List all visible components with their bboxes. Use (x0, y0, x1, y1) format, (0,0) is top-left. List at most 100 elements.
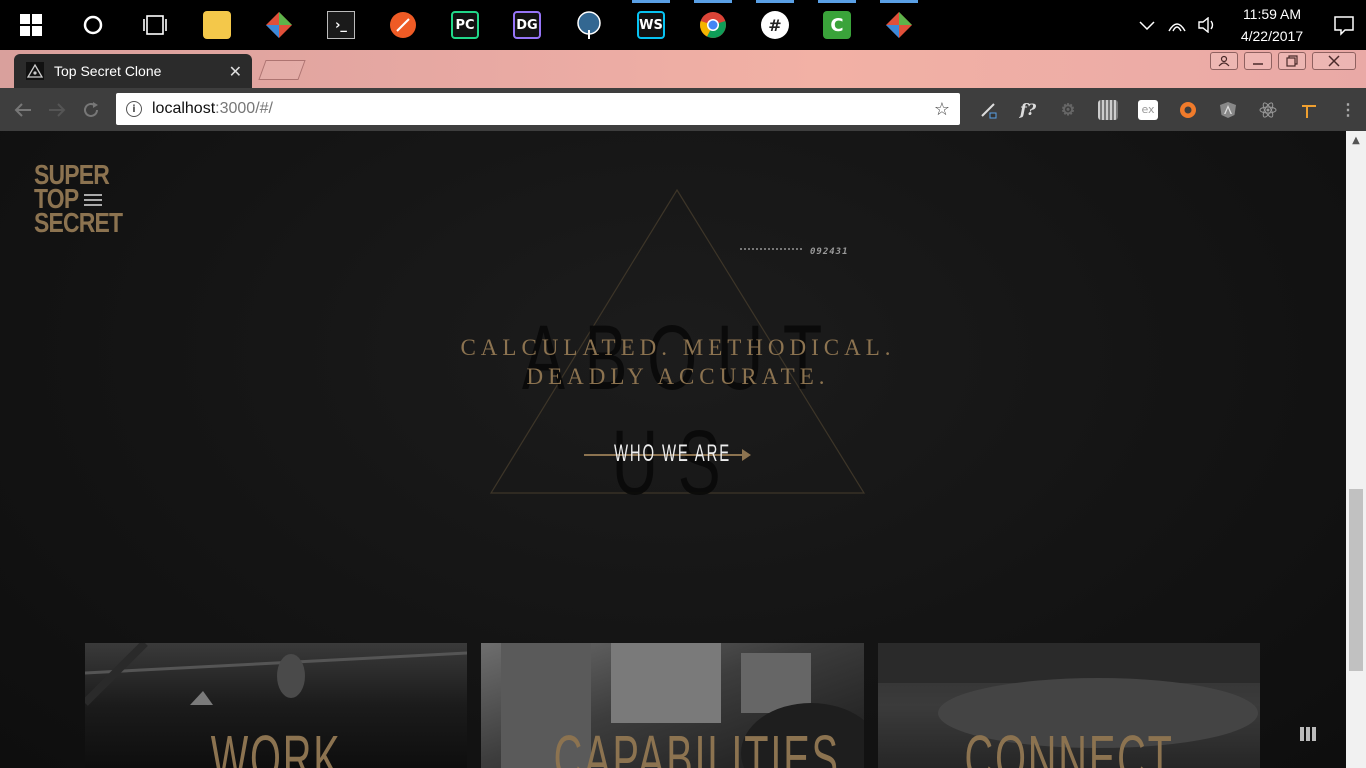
chevron-up-icon[interactable] (1132, 0, 1162, 50)
volume-icon[interactable] (1192, 0, 1222, 50)
extension-react[interactable] (1248, 88, 1288, 131)
hero-tagline: CALCULATED. METHODICAL. DEADLY ACCURATE. (428, 333, 928, 391)
tab-top-secret-clone[interactable]: Top Secret Clone ✕ (14, 54, 252, 88)
task-view-button[interactable] (124, 0, 186, 50)
url-path: :3000/#/ (215, 100, 273, 117)
browser-toolbar: i localhost:3000/#/ ☆ f? ⚙ ex ⋮ (0, 88, 1366, 131)
cta-label: WHO WE ARE (614, 440, 731, 467)
elephant-icon (577, 11, 601, 39)
triangle-favicon-icon (26, 62, 44, 80)
clock-time: 11:59 AM (1242, 6, 1302, 22)
tile-work[interactable]: WORK (85, 643, 468, 768)
back-icon[interactable] (6, 93, 40, 127)
hamburger-menu-icon[interactable] (84, 194, 102, 208)
postman-icon (390, 12, 416, 38)
tile-work-label: WORK (210, 722, 342, 768)
webstorm-button[interactable]: WS (620, 0, 682, 50)
scroll-up-icon[interactable]: ▲ (1346, 135, 1366, 146)
site-logo[interactable]: SUPER TOP SECRET (34, 161, 123, 238)
system-tray: 11:59 AM 4/22/2017 (1132, 0, 1366, 50)
chrome-button[interactable] (682, 0, 744, 50)
restore-icon[interactable] (1278, 52, 1306, 70)
taskbar: ›_ PC DG WS # C 11:59 AM 4/22/2017 (0, 0, 1366, 50)
notification-icon (1334, 16, 1354, 36)
extension-measure[interactable] (1288, 88, 1328, 131)
terminal-button[interactable]: ›_ (310, 0, 372, 50)
tile-connect-label: CONNECT (964, 722, 1174, 768)
window-controls (1210, 52, 1356, 70)
bookmark-star-icon[interactable]: ☆ (934, 99, 950, 120)
code-number: 092431 (810, 247, 849, 257)
angular-icon (1218, 100, 1238, 120)
extension-settings[interactable]: ⚙ (1048, 88, 1088, 131)
action-center-button[interactable] (1322, 0, 1366, 50)
terminal-icon: ›_ (327, 11, 355, 39)
page-viewport: SUPER TOP SECRET 092431 ABOUT US CALCULA… (0, 131, 1346, 768)
react-icon (1258, 100, 1278, 120)
datagrip-icon: DG (513, 11, 541, 39)
gitkraken-icon (886, 12, 912, 38)
cortana-icon (83, 15, 103, 35)
ex-icon: ex (1138, 99, 1158, 120)
tab-close-icon[interactable]: ✕ (229, 62, 242, 81)
gear-icon: ⚙ (1060, 100, 1076, 119)
who-we-are-link[interactable]: WHO WE ARE (584, 438, 752, 468)
chrome-menu[interactable]: ⋮ (1328, 88, 1366, 131)
pen-icon (978, 100, 998, 120)
sound-bars-icon[interactable] (1300, 727, 1316, 741)
tab-title: Top Secret Clone (54, 63, 162, 79)
arrow-right-icon (742, 449, 751, 461)
scroll-thumb[interactable] (1349, 489, 1363, 671)
new-tab-button[interactable] (258, 60, 306, 80)
extension-barcode[interactable] (1088, 88, 1128, 131)
close-window-icon[interactable] (1312, 52, 1356, 70)
postman-button[interactable] (372, 0, 434, 50)
ruler-icon (1298, 100, 1318, 120)
tagline-line-1: CALCULATED. METHODICAL. (460, 335, 896, 360)
code-dots (740, 248, 802, 250)
extension-pen[interactable] (968, 88, 1008, 131)
profile-icon[interactable] (1210, 52, 1238, 70)
font-icon: f? (1019, 100, 1037, 119)
pycharm-button[interactable]: PC (434, 0, 496, 50)
webstorm-icon: WS (637, 11, 665, 39)
folder-icon (203, 11, 231, 39)
page-scrollbar[interactable]: ▲ (1346, 131, 1366, 768)
extension-lifebuoy[interactable] (1168, 88, 1208, 131)
datagrip-button[interactable]: DG (496, 0, 558, 50)
gitkraken-icon (266, 12, 292, 38)
file-explorer-button[interactable] (186, 0, 248, 50)
camtasia-icon: C (823, 11, 851, 39)
extension-whatfont[interactable]: f? (1008, 88, 1048, 131)
clock-date: 4/22/2017 (1240, 28, 1304, 44)
tile-capabilities[interactable]: CAPABILITIES (481, 643, 864, 768)
lifebuoy-icon (1178, 100, 1198, 120)
url-text[interactable]: localhost:3000/#/ (152, 100, 934, 118)
extensions-bar: f? ⚙ ex ⋮ (968, 88, 1366, 131)
tagline-line-2: DEADLY ACCURATE. (526, 364, 830, 389)
more-vert-icon: ⋮ (1340, 100, 1356, 119)
wifi-icon[interactable] (1162, 0, 1192, 50)
address-bar[interactable]: i localhost:3000/#/ ☆ (116, 93, 960, 125)
minimize-icon[interactable] (1244, 52, 1272, 70)
reload-icon[interactable] (74, 93, 108, 127)
tile-connect[interactable]: CONNECT (877, 643, 1260, 768)
slack-button[interactable]: # (744, 0, 806, 50)
tile-capabilities-label: CAPABILITIES (553, 722, 841, 768)
task-view-icon (143, 15, 167, 35)
extension-angular[interactable] (1208, 88, 1248, 131)
info-icon[interactable]: i (126, 101, 142, 117)
clock[interactable]: 11:59 AM 4/22/2017 (1222, 3, 1322, 47)
forward-icon[interactable] (40, 93, 74, 127)
cortana-button[interactable] (62, 0, 124, 50)
logo-line-3: SECRET (34, 207, 123, 238)
chrome-icon (700, 12, 726, 38)
gitkraken-button[interactable] (248, 0, 310, 50)
gitkraken-2-button[interactable] (868, 0, 930, 50)
windows-start-button[interactable] (0, 0, 62, 50)
camtasia-button[interactable]: C (806, 0, 868, 50)
tab-strip: Top Secret Clone ✕ (0, 50, 1366, 88)
barcode-icon (1098, 99, 1118, 120)
extension-ex[interactable]: ex (1128, 88, 1168, 131)
postgresql-button[interactable] (558, 0, 620, 50)
